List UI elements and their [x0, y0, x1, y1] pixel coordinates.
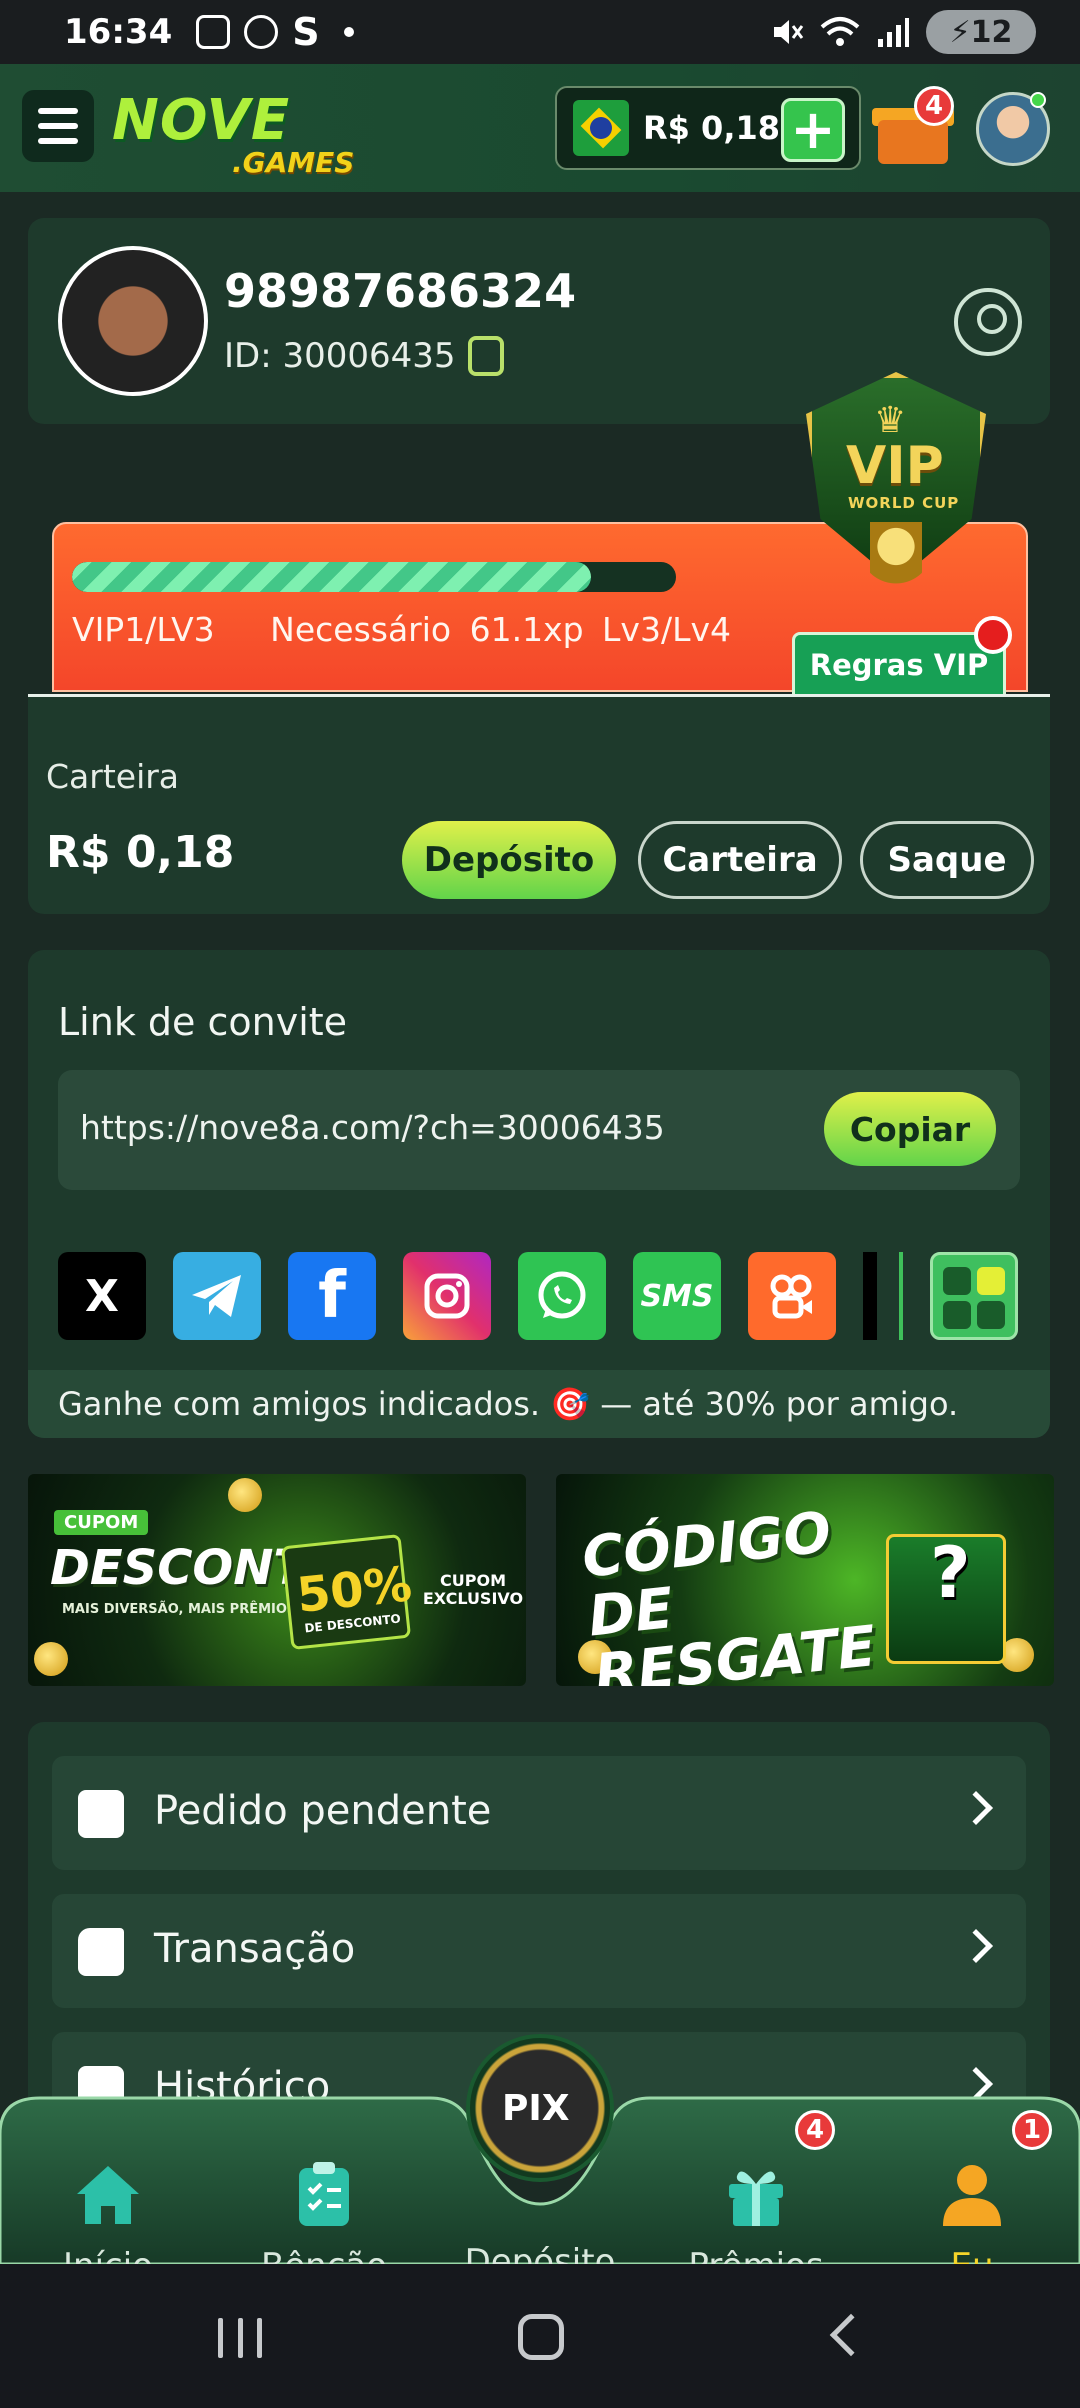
copy-id-icon[interactable] — [468, 336, 504, 376]
mute-icon — [774, 20, 804, 44]
status-bar: 16:34 S ⚡ 12 — [0, 0, 1080, 64]
redeem-code-title: CÓDIGO DE RESGATE — [579, 1500, 879, 1686]
share-separator — [863, 1252, 903, 1340]
logo-main-text: NOVE — [112, 88, 291, 153]
copy-link-button[interactable]: Copiar — [824, 1092, 996, 1166]
gift-icon — [729, 2171, 783, 2226]
status-time: 16:34 — [64, 12, 173, 52]
trophy-icon — [870, 522, 922, 592]
recent-apps-button[interactable] — [218, 2318, 262, 2358]
invite-card: Link de convite https://nove8a.com/?ch=3… — [28, 950, 1050, 1438]
whatsapp-icon — [244, 15, 279, 49]
vip-shield-badge: ♛ VIP WORLD CUP — [786, 372, 1006, 622]
me-badge: 1 — [1012, 2110, 1052, 2150]
instagram-share-icon[interactable] — [403, 1252, 491, 1340]
facebook-share-icon[interactable]: f — [288, 1252, 376, 1340]
header-balance[interactable]: R$ 0,18 + — [555, 86, 861, 170]
whatsapp-share-icon[interactable] — [518, 1252, 606, 1340]
logo: NOVE .GAMES — [112, 88, 354, 179]
gift-chest-button[interactable]: 4 — [872, 86, 954, 166]
wallet-card: Carteira R$ 0,18 Depósito Carteira Saque — [28, 694, 1050, 914]
crown-icon: ♛ — [874, 400, 907, 441]
wallet-amount: R$ 0,18 — [46, 827, 235, 878]
menu-icon — [38, 108, 78, 114]
invite-link-field: https://nove8a.com/?ch=30006435 Copiar — [58, 1070, 1020, 1190]
user-icon — [943, 2165, 1001, 2226]
share-row: X f SMS — [58, 1252, 1018, 1340]
pix-deposit-button[interactable]: PIX — [466, 2034, 614, 2182]
vip-required: Necessário 61.1xp Lv3/Lv4 — [270, 610, 731, 649]
vip-rules-button[interactable]: Regras VIP — [792, 632, 1006, 694]
vip-level: VIP1/LV3 — [72, 610, 215, 649]
clipboard-coins-icon — [78, 1790, 124, 1838]
invite-title: Link de convite — [58, 1000, 348, 1044]
chevron-right-icon — [959, 1929, 993, 1963]
wallet-button[interactable]: Carteira — [638, 821, 842, 899]
wallet-label: Carteira — [46, 757, 180, 796]
redeem-code-banner[interactable]: ? CÓDIGO DE RESGATE — [556, 1474, 1054, 1686]
coupon-banner[interactable]: CUPOM DESCONTO MAIS DIVERSÃO, MAIS PRÊMI… — [28, 1474, 526, 1686]
battery-indicator: ⚡ 12 — [926, 10, 1036, 54]
home-icon — [77, 2166, 139, 2224]
question-mark: ? — [930, 1532, 971, 1614]
wallet-icon — [78, 1928, 124, 1976]
profile-name: 98987686324 — [224, 264, 577, 318]
pix-label: PIX — [502, 2088, 570, 2129]
coin-icon — [228, 1478, 262, 1512]
add-funds-button[interactable]: + — [781, 98, 845, 162]
sms-share-icon[interactable]: SMS — [633, 1252, 721, 1340]
back-button[interactable] — [829, 2313, 873, 2357]
app-header: NOVE .GAMES R$ 0,18 + 4 — [0, 64, 1080, 192]
profile-avatar[interactable] — [58, 246, 208, 396]
menu-item-pending-order[interactable]: Pedido pendente — [52, 1756, 1026, 1870]
system-navigation-bar — [0, 2264, 1080, 2408]
kwai-share-icon[interactable] — [748, 1252, 836, 1340]
gallery-icon — [196, 15, 231, 49]
coupon-exclusive-label: CUPOM EXCLUSIVO — [422, 1571, 524, 1608]
status-left-icons: S — [196, 10, 354, 54]
vip-progress-fill — [72, 562, 592, 592]
wifi-icon — [820, 17, 860, 46]
telegram-share-icon[interactable] — [173, 1252, 261, 1340]
menu-item-label: Pedido pendente — [154, 1788, 492, 1834]
s-app-icon: S — [292, 10, 320, 54]
logo-sub-text: .GAMES — [232, 146, 355, 179]
deposit-button[interactable]: Depósito — [402, 821, 616, 899]
coupon-percent-card: 50% DE DESCONTO — [280, 1534, 414, 1650]
gift-badge: 4 — [914, 86, 954, 126]
vip-shield-sub: WORLD CUP — [848, 494, 960, 512]
home-button[interactable] — [518, 2314, 564, 2360]
menu-item-transaction[interactable]: Transação — [52, 1894, 1026, 2008]
more-apps-icon[interactable] — [930, 1252, 1018, 1340]
coupon-subtitle: MAIS DIVERSÃO, MAIS PRÊMIOS! — [62, 1602, 303, 1617]
x-share-icon[interactable]: X — [58, 1252, 146, 1340]
vip-notification-dot — [974, 616, 1012, 654]
vip-shield-title: VIP — [846, 436, 944, 496]
header-balance-amount: R$ 0,18 — [643, 109, 780, 147]
withdraw-button[interactable]: Saque — [860, 821, 1034, 899]
status-right-icons: ⚡ 12 — [770, 10, 1036, 54]
profile-id: ID: 30006435 — [224, 336, 456, 376]
online-status-dot — [1030, 92, 1046, 108]
signal-icon — [878, 18, 909, 47]
menu-item-label: Transação — [154, 1926, 356, 1972]
prizes-badge: 4 — [795, 2110, 835, 2150]
battery-level: 12 — [970, 14, 1013, 50]
edit-profile-icon[interactable] — [954, 288, 1022, 356]
clipboard-checklist-icon — [299, 2162, 349, 2226]
invite-footer: Ganhe com amigos indicados. 🎯 — até 30% … — [28, 1370, 1050, 1438]
chevron-right-icon — [959, 1791, 993, 1825]
coupon-tag: CUPOM — [54, 1510, 149, 1535]
menu-button[interactable] — [22, 90, 94, 162]
notification-dot-icon — [343, 27, 354, 37]
vip-level-text: VIP1/LV3 Necessário 61.1xp Lv3/Lv4 — [72, 610, 731, 649]
brazil-flag-icon — [573, 100, 629, 156]
invite-url: https://nove8a.com/?ch=30006435 — [80, 1108, 665, 1147]
vip-progress-bar — [72, 562, 676, 592]
coin-icon — [34, 1642, 68, 1676]
